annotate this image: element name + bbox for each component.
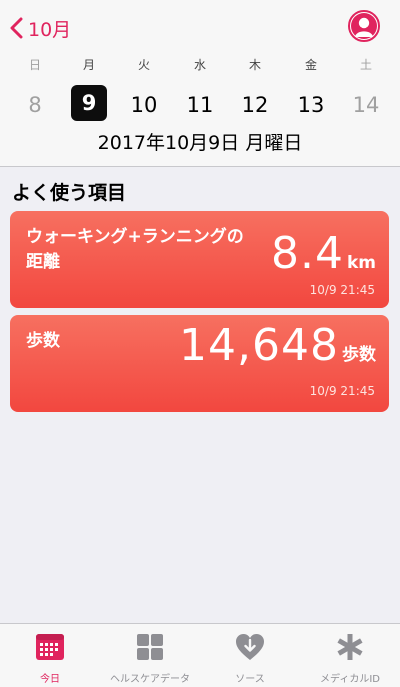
day-of-week-row: 日 月 火 水 木 金 土 <box>0 54 400 76</box>
date-cell-8[interactable]: 8 <box>13 82 57 128</box>
card-timestamp: 10/9 21:45 <box>309 384 375 398</box>
grid-icon <box>137 634 163 660</box>
card-value-unit: 歩数 <box>342 345 376 365</box>
dow-wed: 水 <box>193 58 206 72</box>
dow-mon: 月 <box>82 58 95 72</box>
date-cell-selected[interactable]: 9 <box>67 82 111 128</box>
tab-label: 今日 <box>40 674 60 685</box>
card-value-unit: km <box>346 253 376 273</box>
heart-download-icon <box>236 634 264 660</box>
back-button[interactable]: 10月 <box>10 14 71 42</box>
dow-tue: 火 <box>137 58 150 72</box>
card-label: ウォーキング+ランニングの距離 <box>26 227 244 272</box>
date-title: 2017年10月9日 月曜日 <box>97 132 303 154</box>
tab-health-data[interactable]: ヘルスケアデータ <box>100 624 200 687</box>
favorites-title: よく使う項目 <box>12 182 127 204</box>
distance-card[interactable]: ウォーキング+ランニングの距離 8.4 km 10/9 21:45 <box>10 211 389 308</box>
date-cell-12[interactable]: 12 <box>233 82 277 128</box>
tab-today[interactable]: 今日 <box>0 624 100 687</box>
steps-card[interactable]: 歩数 14,648 歩数 10/9 21:45 <box>10 315 389 412</box>
tab-bar: 今日 ヘルスケアデータ ソース メディカルID <box>0 623 400 687</box>
asterisk-icon <box>337 634 363 660</box>
date-cell-10[interactable]: 10 <box>122 82 166 128</box>
tab-label: ヘルスケアデータ <box>110 674 190 685</box>
card-value-number: 8.4 <box>270 228 344 279</box>
tab-medical-id[interactable]: メディカルID <box>300 624 400 687</box>
chevron-left-icon <box>10 17 23 39</box>
header: 10月 日 月 火 水 木 金 土 8 9 10 11 12 13 14 201… <box>0 0 400 167</box>
dow-thu: 木 <box>248 58 261 72</box>
selected-date-label: 9 <box>81 91 97 115</box>
card-timestamp: 10/9 21:45 <box>309 283 375 297</box>
card-value: 8.4 km <box>271 229 376 288</box>
profile-button[interactable] <box>348 10 380 42</box>
card-value: 14,648 歩数 <box>179 321 376 380</box>
card-value-number: 14,648 <box>179 320 339 371</box>
person-icon <box>351 13 377 39</box>
dates-row: 8 9 10 11 12 13 14 <box>0 82 400 128</box>
back-label: 10月 <box>28 18 72 41</box>
date-cell-13[interactable]: 13 <box>289 82 333 128</box>
dow-sun: 日 <box>28 58 41 72</box>
tab-label: メディカルID <box>320 674 380 685</box>
dow-fri: 金 <box>304 58 317 72</box>
date-cell-11[interactable]: 11 <box>178 82 222 128</box>
tab-sources[interactable]: ソース <box>200 624 300 687</box>
calendar-icon <box>36 634 64 660</box>
tab-label: ソース <box>235 674 265 685</box>
dow-sat: 土 <box>359 58 372 72</box>
date-cell-14[interactable]: 14 <box>344 82 388 128</box>
